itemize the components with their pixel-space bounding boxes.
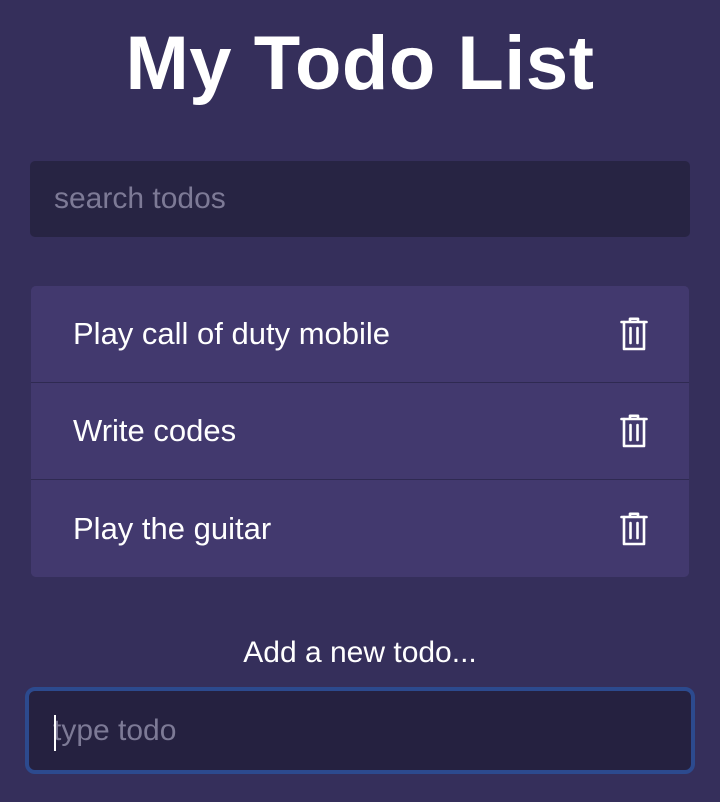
todo-item: Play call of duty mobile <box>31 286 689 383</box>
page-title: My Todo List <box>125 21 595 106</box>
trash-icon[interactable] <box>619 511 649 546</box>
todo-text: Write codes <box>73 413 237 448</box>
todo-item: Play the guitar <box>31 480 689 577</box>
todo-list: Play call of duty mobile Write codes Pla… <box>31 286 689 577</box>
todo-text: Play the guitar <box>73 510 272 546</box>
todo-item: Write codes <box>31 383 689 480</box>
add-todo-label: Add a new todo... <box>243 636 477 669</box>
todo-text: Play call of duty mobile <box>73 316 391 351</box>
search-container <box>30 161 690 237</box>
add-todo-input[interactable] <box>29 691 691 770</box>
add-todo-container <box>25 687 695 774</box>
text-caret <box>54 715 56 751</box>
search-input[interactable] <box>30 161 690 237</box>
trash-icon[interactable] <box>619 414 649 448</box>
trash-icon[interactable] <box>619 317 649 351</box>
